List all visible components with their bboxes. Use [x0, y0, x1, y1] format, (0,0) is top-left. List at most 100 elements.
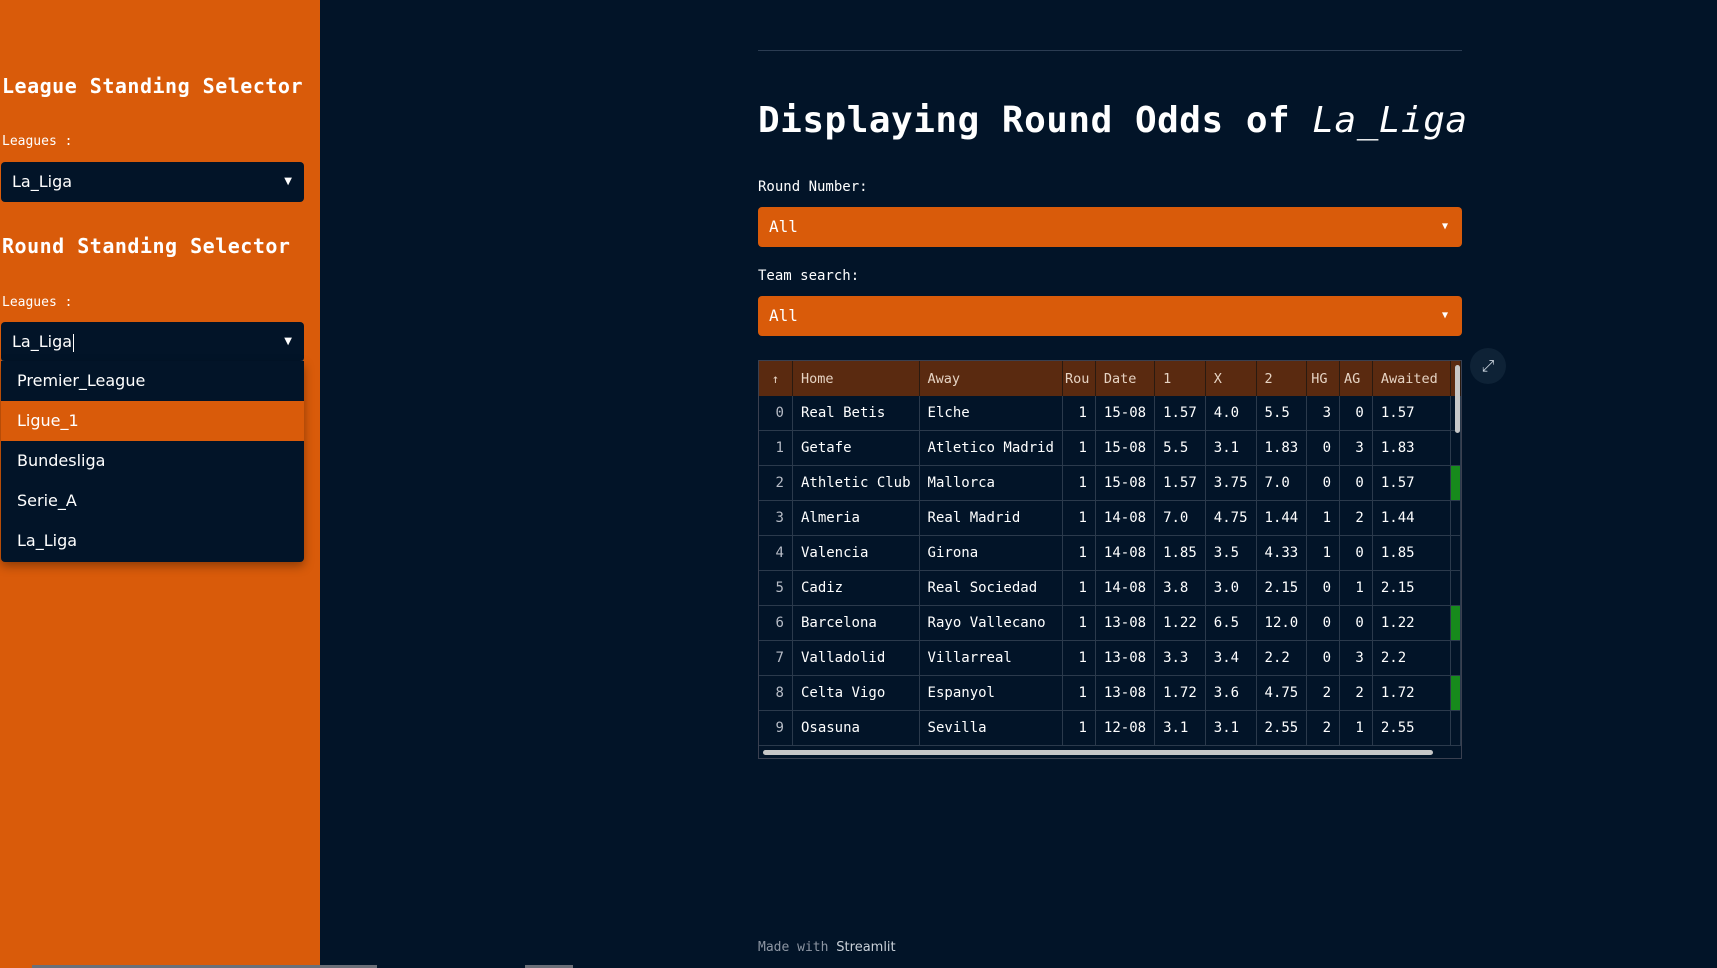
table-cell-ox: 3.0	[1205, 570, 1257, 606]
column-header[interactable]: X	[1205, 361, 1257, 396]
table-cell-round: 1	[1062, 605, 1096, 641]
table-cell-hg: 0	[1306, 640, 1341, 676]
table-cell-away: Villarreal	[919, 640, 1063, 676]
caret-down-icon: ▼	[1441, 310, 1448, 321]
table-cell-extra	[1450, 640, 1461, 676]
table-cell-away: Real Madrid	[919, 500, 1063, 536]
table-row[interactable]: 6 Barcelona Rayo Vallecano 1 13-08 1.22 6.5 12.…	[759, 605, 1461, 641]
column-header[interactable]: 1	[1154, 361, 1206, 396]
round-select-input[interactable]: La_Liga ▼	[1, 322, 304, 362]
table-cell-away: Sevilla	[919, 710, 1063, 746]
table-cell-home: Real Betis	[792, 396, 920, 431]
table-cell-ag: 0	[1339, 535, 1373, 571]
dropdown-option[interactable]: La_Liga	[1, 521, 304, 561]
column-header[interactable]: Home	[792, 361, 920, 396]
table-cell-date: 14-08	[1095, 535, 1156, 571]
table-row[interactable]: 1 Getafe Atletico Madrid 1 15-08 5.5 3.1 1.83 0 3…	[759, 430, 1461, 466]
team-search-value: All	[769, 306, 798, 325]
table-cell-ox: 3.5	[1205, 535, 1257, 571]
team-search-select[interactable]: All ▼	[758, 296, 1462, 336]
table-row[interactable]: 7 Valladolid Villarreal 1 13-08 3.3 3.4 2.2 0 3 2.…	[759, 640, 1461, 676]
dropdown-option[interactable]: Bundesliga	[1, 441, 304, 481]
table-cell-awaited: 2.2	[1372, 640, 1452, 676]
footer-text: Made with	[758, 940, 837, 955]
column-header[interactable]: AG	[1339, 361, 1373, 396]
table-cell-round: 1	[1062, 396, 1096, 431]
table-cell-away: Atletico Madrid	[919, 430, 1063, 466]
table-cell-o2: 4.75	[1256, 675, 1308, 711]
table-cell-extra	[1450, 570, 1461, 606]
table-cell-round: 1	[1062, 710, 1096, 746]
round-select-dropdown: Premier_League Ligue_1 Bundesliga Serie_…	[1, 361, 304, 562]
streamlit-link[interactable]: Streamlit	[836, 940, 895, 955]
table-row[interactable]: 5 Cadiz Real Sociedad 1 14-08 3.8 3.0 2.15 0 1 2.1…	[759, 570, 1461, 606]
round-selector-title: Round Standing Selector	[2, 234, 291, 258]
table-cell-home: Osasuna	[792, 710, 920, 746]
horizontal-scrollbar[interactable]	[763, 750, 1433, 755]
table-cell-ox: 3.4	[1205, 640, 1257, 676]
table-cell-i: 2	[759, 465, 793, 501]
table-cell-round: 1	[1062, 570, 1096, 606]
table-cell-date: 12-08	[1095, 710, 1156, 746]
table-cell-i: 8	[759, 675, 793, 711]
table-cell-i: 1	[759, 430, 793, 466]
column-header[interactable]: Date	[1095, 361, 1156, 396]
odds-table[interactable]: ↑ Home Away Rou Date 1 X 2 HG AG Awaited…	[758, 360, 1462, 759]
column-header[interactable]: HG	[1306, 361, 1341, 396]
round-select-label: Leagues :	[2, 295, 73, 310]
league-select[interactable]: La_Liga ▼	[1, 162, 304, 202]
table-cell-hg: 0	[1306, 570, 1341, 606]
dropdown-option[interactable]: Serie_A	[1, 481, 304, 521]
table-cell-date: 13-08	[1095, 675, 1156, 711]
sort-ascending-icon[interactable]: ↑	[759, 361, 793, 396]
table-cell-awaited: 1.85	[1372, 535, 1452, 571]
column-header[interactable]: Awaited	[1372, 361, 1452, 396]
table-cell-home: Barcelona	[792, 605, 920, 641]
column-header[interactable]: Rou	[1062, 361, 1096, 396]
table-cell-ox: 3.1	[1205, 430, 1257, 466]
table-cell-ox: 4.75	[1205, 500, 1257, 536]
column-header[interactable]: 2	[1256, 361, 1308, 396]
expand-icon[interactable]: ⤢	[1470, 348, 1506, 384]
table-cell-away: Espanyol	[919, 675, 1063, 711]
table-cell-extra	[1450, 710, 1461, 746]
page-title-league: La_Liga	[1312, 100, 1468, 141]
league-select-label: Leagues :	[2, 134, 73, 149]
table-cell-i: 0	[759, 396, 793, 431]
table-row[interactable]: 9 Osasuna Sevilla 1 12-08 3.1 3.1 2.55 2 1 2.55	[759, 710, 1461, 746]
table-cell-hg: 1	[1306, 500, 1341, 536]
round-select-value: La_Liga	[12, 332, 73, 351]
table-row[interactable]: 2 Athletic Club Mallorca 1 15-08 1.57 3.75 7.0 0…	[759, 465, 1461, 501]
table-cell-ox: 3.1	[1205, 710, 1257, 746]
table-cell-ox: 6.5	[1205, 605, 1257, 641]
table-cell-round: 1	[1062, 465, 1096, 501]
table-row[interactable]: 4 Valencia Girona 1 14-08 1.85 3.5 4.33 1 0 1.85	[759, 535, 1461, 571]
table-cell-home: Valladolid	[792, 640, 920, 676]
table-cell-date: 15-08	[1095, 430, 1156, 466]
table-cell-home: Athletic Club	[792, 465, 920, 501]
table-cell-extra	[1450, 430, 1461, 466]
table-cell-awaited: 1.44	[1372, 500, 1452, 536]
table-cell-extra	[1450, 535, 1461, 571]
table-cell-ox: 3.75	[1205, 465, 1257, 501]
column-header[interactable]: Away	[919, 361, 1063, 396]
table-cell-ag: 2	[1339, 675, 1373, 711]
table-cell-o1: 1.57	[1154, 396, 1206, 431]
table-cell-o2: 2.2	[1256, 640, 1308, 676]
table-row[interactable]: 0 Real Betis Elche 1 15-08 1.57 4.0 5.5 3 0 1.57	[759, 396, 1461, 431]
table-cell-awaited: 1.57	[1372, 465, 1452, 501]
table-cell-o2: 2.55	[1256, 710, 1308, 746]
table-row[interactable]: 3 Almeria Real Madrid 1 14-08 7.0 4.75 1.44 1 2 1.…	[759, 500, 1461, 536]
league-select-value: La_Liga	[12, 172, 73, 191]
table-cell-i: 3	[759, 500, 793, 536]
table-cell-i: 6	[759, 605, 793, 641]
table-cell-away: Girona	[919, 535, 1063, 571]
table-row[interactable]: 8 Celta Vigo Espanyol 1 13-08 1.72 3.6 4.75 2 2 1.…	[759, 675, 1461, 711]
dropdown-option[interactable]: Premier_League	[1, 361, 304, 401]
round-number-select[interactable]: All ▼	[758, 207, 1462, 247]
dropdown-option-highlighted[interactable]: Ligue_1	[1, 401, 304, 441]
table-cell-awaited: 1.83	[1372, 430, 1452, 466]
table-cell-o1: 5.5	[1154, 430, 1206, 466]
caret-down-icon: ▼	[284, 176, 292, 187]
vertical-scrollbar[interactable]	[1455, 365, 1460, 433]
